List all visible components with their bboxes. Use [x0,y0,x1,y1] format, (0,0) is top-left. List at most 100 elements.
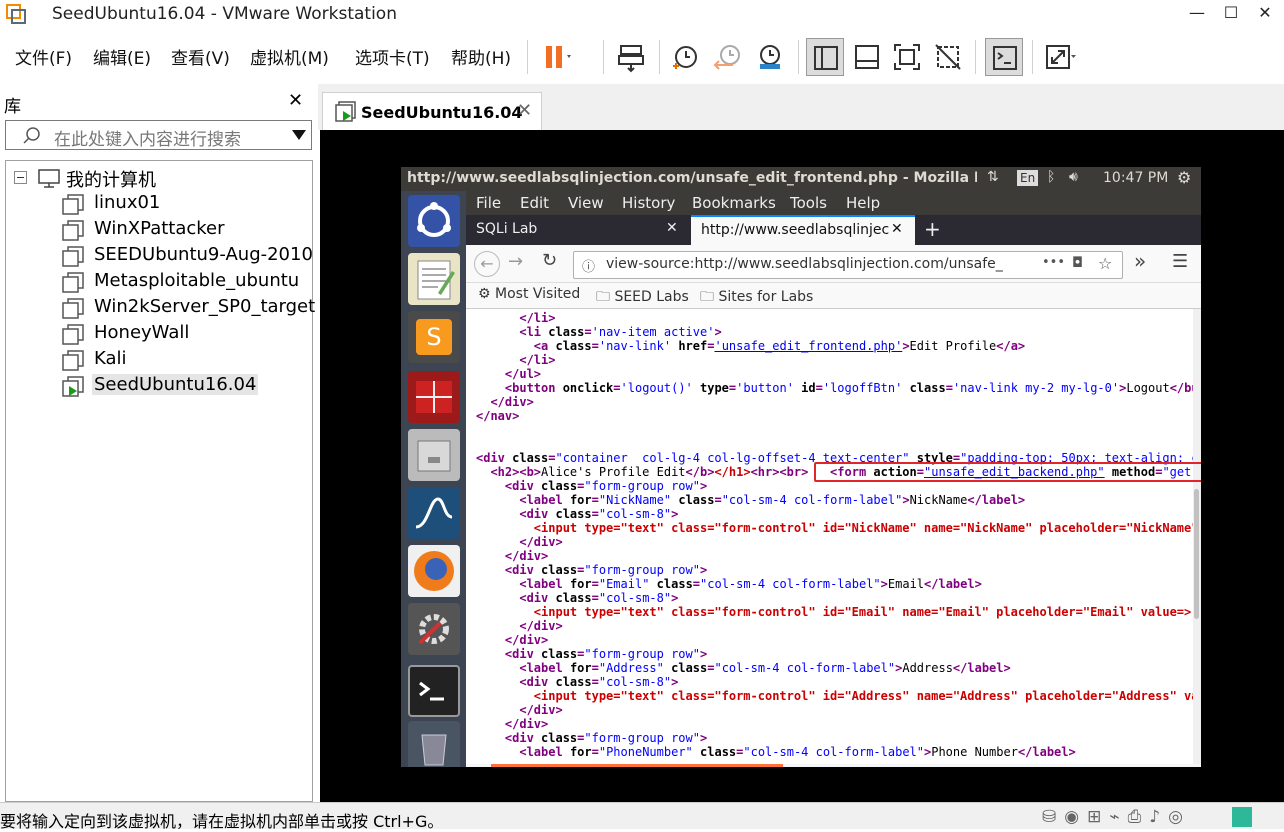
text-editor-icon[interactable] [408,253,460,305]
close-button[interactable]: ✕ [1248,0,1282,26]
network-adapter-icon[interactable]: ⊞ [1087,807,1109,827]
network-icon[interactable]: ⇅ [987,169,999,185]
source-token: class [555,675,592,689]
cd-icon[interactable]: ◉ [1064,807,1087,827]
menu-view[interactable]: 查看(V) [171,44,230,69]
overflow-button[interactable]: » [1134,249,1146,273]
source-token [693,745,700,759]
source-token: > [714,325,722,339]
ff-menu-file[interactable]: File [476,194,501,212]
new-tab-button[interactable]: + [924,217,941,241]
unity-button[interactable] [929,38,967,76]
source-token: > [671,591,679,605]
ff-menu-view[interactable]: View [568,194,604,212]
message-log-icon[interactable] [1232,807,1252,827]
reload-button[interactable]: ↻ [542,250,557,271]
source-line: <label for="Address" class="col-sm-4 col… [476,661,1010,675]
ff-menu-tools[interactable]: Tools [790,194,827,212]
ff-menu-edit[interactable]: Edit [520,194,549,212]
page-actions-button[interactable]: ••• [1042,255,1065,270]
display-icon[interactable]: ◎ [1168,807,1191,827]
file-manager-icon[interactable] [408,429,460,481]
usb-icon[interactable]: ⌁ [1109,807,1127,827]
maximize-button[interactable]: ☐ [1214,0,1248,26]
url-bar[interactable]: ⓘ view-source:http://www.seedlabsqlinjec… [573,251,1123,279]
vmware-logo-icon [6,4,26,24]
menu-help[interactable]: 帮助(H) [451,44,511,69]
clock[interactable]: 10:47 PM [1103,170,1168,186]
library-view-button[interactable] [806,38,844,76]
revert-snapshot-button[interactable] [709,38,747,76]
search-placeholder: 在此处键入内容进行搜索 [54,130,241,150]
trash-icon[interactable] [408,721,460,767]
menu-vm[interactable]: 虚拟机(M) [250,44,329,69]
source-token [902,381,909,395]
title-bar: SeedUbuntu16.04 - VMware Workstation — ☐… [0,0,1284,28]
sound-icon[interactable]: ♪ [1149,807,1168,827]
source-token: </label> [924,577,982,591]
back-button[interactable]: ← [474,251,500,277]
library-close-button[interactable]: ✕ [288,90,303,111]
snapshot-button[interactable] [667,38,705,76]
pocket-icon[interactable]: ◘ [1072,255,1083,271]
system-settings-icon[interactable] [408,603,460,655]
bookmark-seed-labs[interactable]: 🗀︎ SEED Labs [596,286,689,310]
console-view-button[interactable] [985,38,1023,76]
vertical-scrollbar[interactable] [1193,309,1201,764]
minimize-button[interactable]: — [1180,0,1214,26]
source-token: "col-sm-4 col-form-label" [743,745,924,759]
ff-tab-close-button[interactable]: ✕ [891,221,903,237]
info-icon[interactable]: ⓘ [582,256,595,275]
vm-tab-label: SeedUbuntu16.04 [361,103,523,122]
bookmark-sites-for-labs[interactable]: 🗀︎ Sites for Labs [700,286,813,310]
bookmark-star-icon[interactable]: ☆ [1098,254,1112,273]
firefox-icon[interactable] [408,545,460,597]
source-token: </butto [1169,381,1193,395]
sublime-icon[interactable]: S [408,311,460,363]
menu-edit[interactable]: 编辑(E) [93,44,151,69]
source-token: "form-group row" [584,731,700,745]
source-token: 'logout()' [620,381,693,395]
volume-icon[interactable]: 🔊︎ [1069,169,1078,185]
settings-gear-icon[interactable]: ⚙ [1177,168,1191,187]
bookmark-most-visited[interactable]: ⚙ Most Visited [478,286,580,302]
ff-menu-help[interactable]: Help [846,194,880,212]
ff-menu-bookmarks[interactable]: Bookmarks [692,194,776,212]
keyboard-lang[interactable]: En [1017,170,1039,186]
menu-file[interactable]: 文件(F) [15,44,72,69]
source-link[interactable]: 'unsafe_edit_frontend.php' [714,339,902,353]
scrollbar-thumb[interactable] [1194,489,1199,619]
printer-icon[interactable]: ⎙ [1128,807,1150,827]
guest-desktop[interactable]: http://www.seedlabsqlinjection.com/unsaf… [401,167,1201,767]
ff-tab-sqli[interactable]: SQLi Lab ✕ [466,215,690,245]
terminal-icon[interactable] [408,665,460,717]
terminator-icon[interactable] [408,371,460,423]
ff-menu-history[interactable]: History [622,194,675,212]
view-source-content[interactable]: </li> <li class='nav-item active'> <a cl… [466,309,1193,764]
library-search-input[interactable]: 在此处键入内容进行搜索 [5,120,312,150]
menu-tabs[interactable]: 选项卡(T) [355,44,430,69]
send-ctrl-alt-del-button[interactable] [612,38,650,76]
bluetooth-icon[interactable]: ᛒ [1047,169,1055,185]
forward-button[interactable]: → [508,251,523,272]
fullscreen-button[interactable] [888,38,926,76]
vm-icon [62,298,84,319]
wireshark-icon[interactable] [408,487,460,539]
hamburger-menu-button[interactable]: ☰ [1172,251,1188,272]
vm-tab[interactable]: SeedUbuntu16.04 ✕ [322,92,542,130]
snapshot-manager-button[interactable] [751,38,789,76]
device-icons[interactable]: ⛁◉⊞⌁⎙♪◎ [1042,807,1191,827]
search-icon [23,127,40,144]
pause-button[interactable] [537,38,575,76]
thumbnail-view-button[interactable] [848,38,886,76]
dash-icon[interactable] [408,195,460,247]
source-token: for [569,661,592,675]
stretch-button[interactable] [1040,38,1078,76]
ubuntu-top-bar: http://www.seedlabsqlinjection.com/unsaf… [401,167,1201,191]
vm-tab-close-button[interactable]: ✕ [517,100,532,121]
source-line: </div> [476,549,548,563]
hard-disk-icon[interactable]: ⛁ [1042,807,1064,827]
ff-tab-view-source[interactable]: http://www.seedlabsqlinjec ✕ [691,215,915,245]
ff-tab-close-button[interactable]: ✕ [666,220,678,236]
